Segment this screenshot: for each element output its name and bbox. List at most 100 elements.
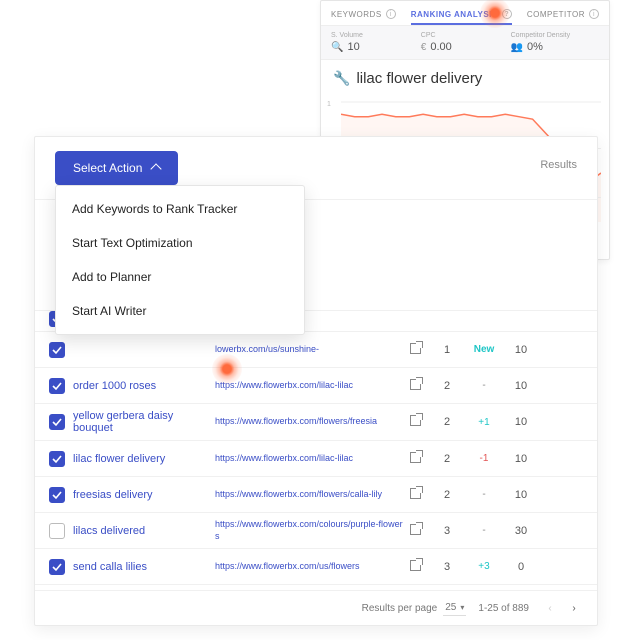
info-icon: i [386, 9, 396, 19]
keyword-link[interactable]: send calla lilies [65, 561, 215, 573]
tab-ranking-analysis[interactable]: RANKING ANALYSIS ? [411, 9, 512, 25]
button-label: Select Action [73, 161, 142, 175]
external-link-icon[interactable] [410, 524, 430, 538]
col-change: +1 [464, 417, 504, 428]
col-volume: 10 [504, 380, 538, 392]
search-icon: 🔍 [331, 42, 343, 53]
wrench-icon: 🔧 [333, 70, 350, 87]
col-volume: 10 [504, 416, 538, 428]
dropdown-item-add-rank-tracker[interactable]: Add Keywords to Rank Tracker [56, 192, 304, 226]
row-checkbox[interactable] [49, 378, 65, 394]
tab-label: KEYWORDS [331, 10, 382, 19]
url-link[interactable]: https://www.flowerbx.com/us/flowers [215, 561, 410, 573]
dropdown-item-start-ai-writer[interactable]: Start AI Writer [56, 294, 304, 328]
info-icon: i [589, 9, 599, 19]
page-range: 1-25 of 889 [478, 603, 529, 614]
metric-label: S. Volume [331, 32, 363, 39]
results-per-page: Results per page 25 ▾ [362, 600, 467, 616]
chevron-up-icon [151, 163, 162, 174]
metric-value: 0.00 [430, 41, 451, 53]
action-dropdown: Add Keywords to Rank Tracker Start Text … [55, 185, 305, 335]
row-checkbox[interactable] [49, 342, 65, 358]
url-link[interactable]: https://www.flowerbx.com/lilac-lilac [215, 380, 410, 392]
next-page-button[interactable]: › [565, 599, 583, 617]
table-row: lilac flower deliveryhttps://www.flowerb… [35, 440, 597, 476]
prev-page-button[interactable]: ‹ [541, 599, 559, 617]
keyword-link[interactable]: yellow gerbera daisy bouquet [65, 410, 215, 434]
rpp-value: 25 [445, 602, 456, 613]
select-action-button[interactable]: Select Action [55, 151, 178, 185]
ytick: 1 [327, 101, 331, 108]
chart-title: lilac flower delivery [356, 70, 482, 87]
col-volume: 10 [504, 453, 538, 465]
col-position: 3 [430, 561, 464, 573]
col-volume: 10 [504, 489, 538, 501]
col-position: 2 [430, 489, 464, 501]
rpp-label: Results per page [362, 603, 438, 614]
action-row: Select Action Results Add Keywords to Ra… [35, 137, 597, 200]
dropdown-item-start-text-opt[interactable]: Start Text Optimization [56, 226, 304, 260]
tab-label: RANKING ANALYSIS [411, 10, 498, 19]
keyword-link[interactable]: order 1000 roses [65, 380, 215, 392]
col-position: 2 [430, 416, 464, 428]
external-link-icon[interactable] [410, 452, 430, 466]
rpp-select[interactable]: 25 ▾ [443, 600, 466, 616]
tab-label: COMPETITOR [527, 10, 585, 19]
col-volume: 0 [504, 561, 538, 573]
metrics-row: S. Volume 🔍10 CPC €0.00 Competitor Densi… [321, 26, 609, 60]
col-change: - [464, 525, 504, 536]
chevron-down-icon: ▾ [460, 603, 464, 612]
table-footer: Results per page 25 ▾ 1-25 of 889 ‹ › [35, 590, 597, 625]
keywords-table-panel: Select Action Results Add Keywords to Ra… [34, 136, 598, 626]
table-row: yellow gerbera daisy bouquethttps://www.… [35, 403, 597, 440]
metric-competitor-density: Competitor Density 👥0% [511, 32, 599, 53]
external-link-icon[interactable] [410, 560, 430, 574]
pagination: ‹ › [541, 599, 583, 617]
external-link-icon[interactable] [410, 379, 430, 393]
url-link[interactable]: https://www.flowerbx.com/lilac-lilac [215, 453, 410, 465]
row-checkbox[interactable] [49, 414, 65, 430]
url-link[interactable]: https://www.flowerbx.com/colours/purple-… [215, 519, 410, 542]
panel-tabs: KEYWORDS i RANKING ANALYSIS ? COMPETITOR… [321, 1, 609, 26]
col-position: 2 [430, 380, 464, 392]
metric-value: 10 [347, 41, 359, 53]
external-link-icon[interactable] [410, 415, 430, 429]
info-icon: ? [502, 9, 512, 19]
url-link[interactable]: lowerbx.com/us/sunshine- [215, 344, 410, 356]
tab-competitor[interactable]: COMPETITOR i [527, 9, 599, 19]
col-position: 2 [430, 453, 464, 465]
col-volume: 30 [504, 525, 538, 537]
external-link-icon[interactable] [410, 343, 430, 357]
url-link[interactable]: https://www.flowerbx.com/flowers/calla-l… [215, 489, 410, 501]
external-link-icon[interactable] [410, 488, 430, 502]
row-checkbox[interactable] [49, 487, 65, 503]
table-row: send calla lilieshttps://www.flowerbx.co… [35, 548, 597, 584]
url-link[interactable]: https://www.flowerbx.com/flowers/freesia [215, 416, 410, 428]
col-change: +3 [464, 561, 504, 572]
metric-search-volume: S. Volume 🔍 10 [331, 32, 419, 53]
results-label: Results [540, 159, 577, 171]
col-change: New [464, 344, 504, 355]
table-body: owerbx.colowerbx.com/us/sunshine-1New10o… [35, 310, 597, 590]
keyword-link[interactable]: lilacs delivered [65, 525, 215, 537]
table-row: freesias deliveryhttps://www.flowerbx.co… [35, 476, 597, 512]
col-position: 1 [430, 344, 464, 356]
keyword-link[interactable]: freesias delivery [65, 489, 215, 501]
col-volume: 10 [504, 344, 538, 356]
table-row: lowerbx.com/us/sunshine- 1New10 [35, 331, 597, 367]
row-checkbox[interactable] [49, 559, 65, 575]
euro-icon: € [421, 42, 427, 53]
row-checkbox[interactable] [49, 451, 65, 467]
dropdown-item-add-planner[interactable]: Add to Planner [56, 260, 304, 294]
metric-cpc: CPC €0.00 [421, 32, 509, 53]
table-row: lilacs deliveredhttps://www.flowerbx.com… [35, 512, 597, 548]
row-checkbox[interactable] [49, 523, 65, 539]
tab-keywords[interactable]: KEYWORDS i [331, 9, 396, 19]
keyword-link[interactable]: lilac flower delivery [65, 453, 215, 465]
metric-value: 0% [527, 41, 543, 53]
people-icon: 👥 [511, 42, 523, 53]
chart-title-row: 🔧 lilac flower delivery [321, 60, 609, 97]
col-change: -1 [464, 453, 504, 464]
col-change: - [464, 380, 504, 391]
col-change: - [464, 489, 504, 500]
